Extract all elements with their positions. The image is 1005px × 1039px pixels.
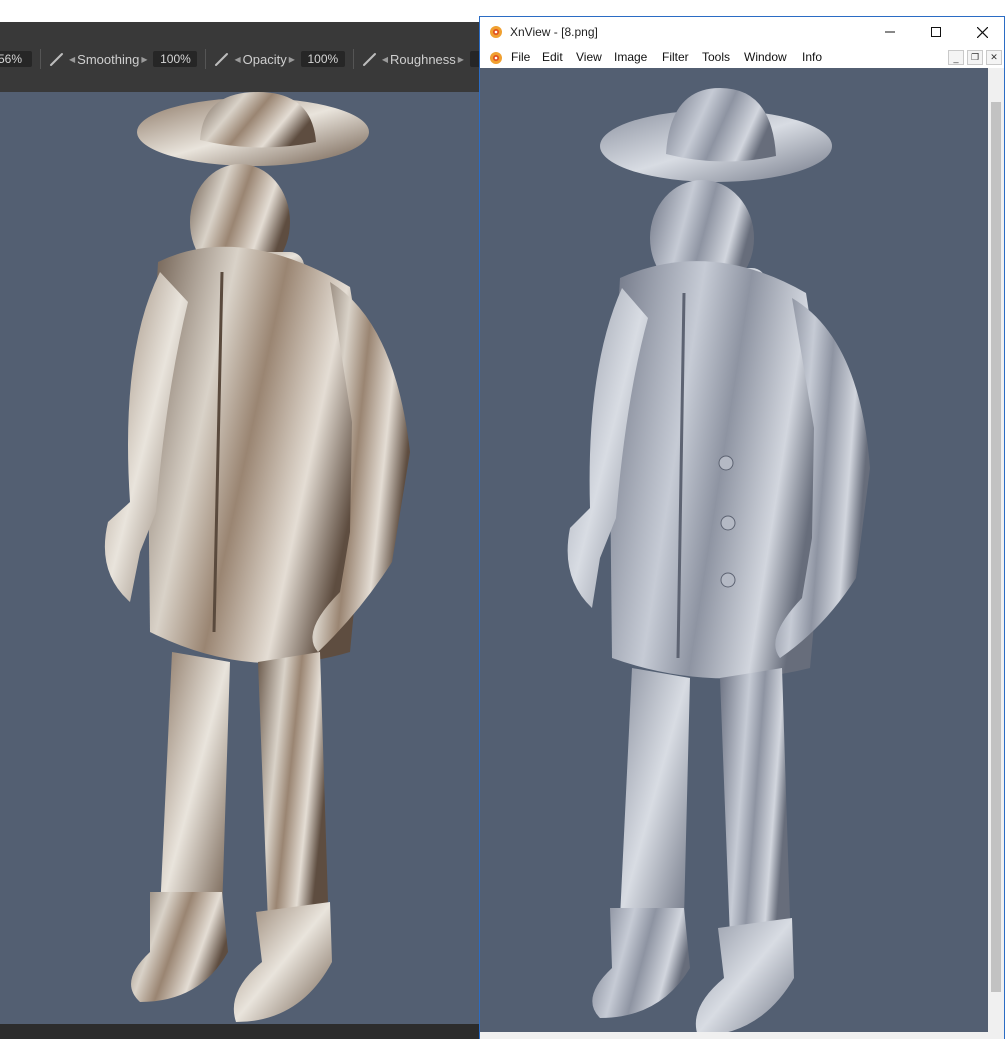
separator bbox=[40, 49, 41, 69]
maximize-button[interactable] bbox=[913, 17, 959, 47]
3d-viewport[interactable] bbox=[0, 92, 480, 1024]
scrollbar-thumb[interactable] bbox=[991, 102, 1001, 992]
brush-properties-row: 56% ◀ Smoothing ▶ 100% ◀ Opacity ▶ 100% … bbox=[0, 49, 514, 69]
decrease-arrow-icon[interactable]: ◀ bbox=[69, 55, 75, 64]
brush-icon bbox=[362, 53, 376, 66]
xnview-logo-icon bbox=[490, 26, 502, 38]
brush-icon bbox=[215, 53, 229, 66]
brush-icon bbox=[50, 53, 63, 66]
decrease-arrow-icon[interactable]: ◀ bbox=[234, 55, 240, 64]
flow-value[interactable]: 56% bbox=[0, 51, 32, 67]
child-minimize-button[interactable]: _ bbox=[948, 50, 964, 65]
separator bbox=[205, 49, 207, 69]
status-bar bbox=[0, 1024, 480, 1039]
close-button[interactable] bbox=[959, 17, 1005, 47]
smoothing-label: Smoothing bbox=[77, 51, 140, 67]
metallic-figure-render bbox=[104, 92, 410, 1022]
child-close-button[interactable]: ✕ bbox=[986, 50, 1002, 65]
menu-window[interactable]: Window bbox=[744, 50, 787, 64]
clay-figure-render bbox=[567, 88, 870, 1036]
minimize-icon bbox=[885, 31, 895, 33]
painter-app: 56% ◀ Smoothing ▶ 100% ◀ Opacity ▶ 100% … bbox=[0, 0, 514, 1039]
decrease-arrow-icon[interactable]: ◀ bbox=[382, 55, 388, 64]
smoothing-control[interactable]: ◀ Smoothing ▶ 100% bbox=[49, 51, 198, 67]
title-bar[interactable]: XnView - [8.png] bbox=[480, 17, 1004, 47]
close-icon bbox=[976, 26, 988, 38]
vertical-scrollbar[interactable] bbox=[988, 68, 1004, 1039]
smoothing-value[interactable]: 100% bbox=[153, 51, 198, 67]
menu-image[interactable]: Image bbox=[614, 50, 647, 64]
child-restore-button[interactable]: ❐ bbox=[967, 50, 983, 65]
menu-info[interactable]: Info bbox=[802, 50, 822, 64]
minimize-button[interactable] bbox=[867, 17, 913, 47]
opacity-value[interactable]: 100% bbox=[300, 51, 345, 67]
menu-tools[interactable]: Tools bbox=[702, 50, 730, 64]
menu-bar: File Edit View Image Filter Tools Window… bbox=[480, 48, 1004, 68]
separator bbox=[352, 49, 354, 69]
document-logo-icon[interactable] bbox=[488, 50, 504, 66]
menu-file[interactable]: File bbox=[511, 50, 530, 64]
brush-properties-toolbar: 56% ◀ Smoothing ▶ 100% ◀ Opacity ▶ 100% … bbox=[0, 22, 514, 92]
window-title: XnView - [8.png] bbox=[510, 25, 598, 39]
increase-arrow-icon[interactable]: ▶ bbox=[141, 55, 147, 64]
increase-arrow-icon[interactable]: ▶ bbox=[458, 55, 464, 64]
maximize-icon bbox=[931, 27, 941, 37]
opacity-label: Opacity bbox=[242, 51, 287, 67]
menu-edit[interactable]: Edit bbox=[542, 50, 563, 64]
opacity-control[interactable]: ◀ Opacity ▶ 100% bbox=[214, 51, 345, 67]
menu-filter[interactable]: Filter bbox=[662, 50, 689, 64]
roughness-label: Roughness bbox=[390, 51, 456, 67]
increase-arrow-icon[interactable]: ▶ bbox=[289, 55, 295, 64]
image-view[interactable] bbox=[480, 68, 988, 1039]
xnview-window: XnView - [8.png] File Edit View Image Fi… bbox=[479, 16, 1005, 1039]
menu-view[interactable]: View bbox=[576, 50, 602, 64]
horizontal-scrollbar[interactable] bbox=[480, 1032, 988, 1039]
